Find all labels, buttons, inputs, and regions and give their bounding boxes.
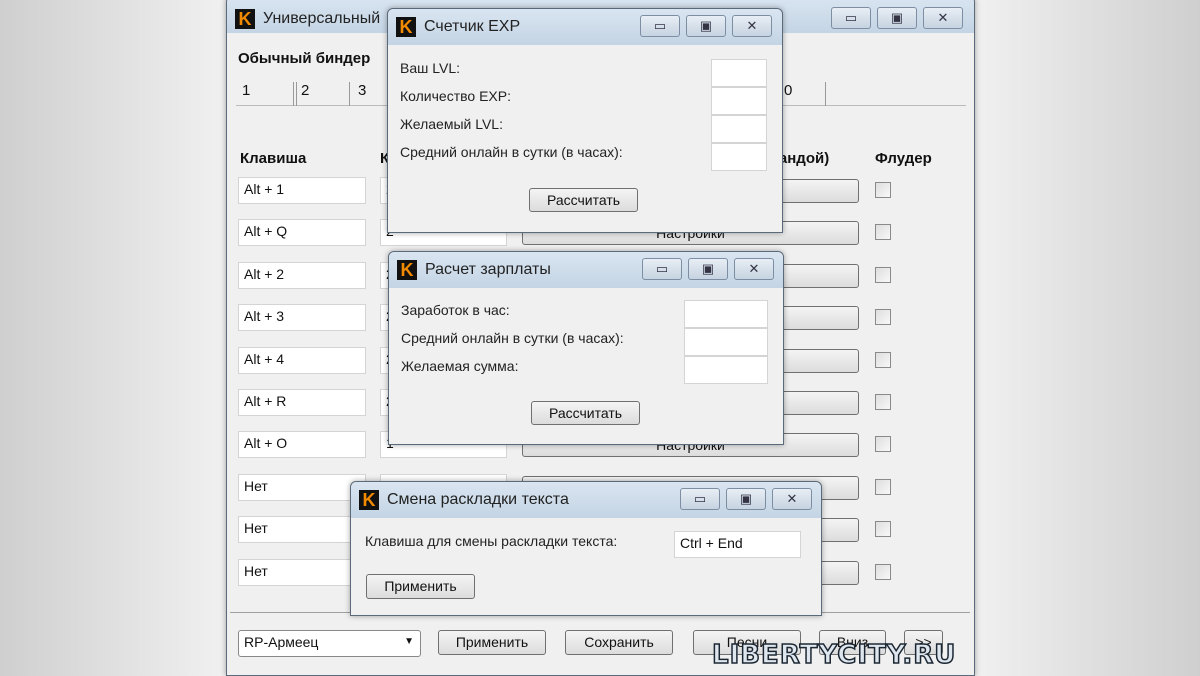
close-button[interactable]: ✕ <box>732 15 772 37</box>
window-title: Универсальный <box>263 10 381 27</box>
flooder-checkbox[interactable] <box>875 436 891 453</box>
close-button[interactable]: ✕ <box>923 7 963 29</box>
header-flooder: Флудер <box>875 150 932 167</box>
flooder-checkbox[interactable] <box>875 182 891 198</box>
flooder-checkbox[interactable] <box>875 351 891 368</box>
target-level-input[interactable] <box>711 115 767 143</box>
maximize-button[interactable]: ▣ <box>877 7 917 29</box>
target-sum-label: Желаемая сумма: <box>401 358 519 374</box>
layout-title: Смена раскладки текста <box>387 491 569 508</box>
close-button[interactable]: ✕ <box>772 488 812 510</box>
online-hours-label: Средний онлайн в сутки (в часах): <box>401 330 624 346</box>
flooder-checkbox[interactable] <box>875 478 891 495</box>
minimize-button[interactable]: ▭ <box>642 258 682 280</box>
layout-title-bar: K Смена раскладки текста ▭ ▣ ✕ <box>351 482 821 518</box>
layout-dialog: K Смена раскладки текста ▭ ▣ ✕ Клавиша д… <box>350 481 822 616</box>
exp-amount-label: Количество EXP: <box>400 88 511 104</box>
calculate-button[interactable]: Рассчитать <box>529 188 638 212</box>
app-logo-icon: K <box>235 9 255 29</box>
salary-title: Расчет зарплаты <box>425 261 551 278</box>
hotkey-input[interactable]: Alt + 4 <box>238 346 366 374</box>
hotkey-input[interactable]: Alt + R <box>238 389 366 416</box>
hourly-earnings-input[interactable] <box>684 300 768 328</box>
tab-10[interactable]: 0 <box>780 82 826 106</box>
hotkey-input[interactable]: Нет <box>238 473 366 501</box>
layout-key-input[interactable]: Ctrl + End <box>674 531 801 558</box>
tab-1[interactable]: 1 <box>238 82 294 106</box>
target-sum-input[interactable] <box>684 356 768 384</box>
apply-button[interactable]: Применить <box>438 630 546 655</box>
hotkey-input[interactable]: Alt + 3 <box>238 304 366 332</box>
flooder-checkbox[interactable] <box>875 309 891 326</box>
header-key: Клавиша <box>240 150 307 167</box>
hotkey-input[interactable]: Нет <box>238 516 366 544</box>
tab-2[interactable]: 2 <box>296 82 350 106</box>
exp-title: Счетчик EXP <box>424 18 521 35</box>
profile-value: RP-Армеец <box>244 634 319 650</box>
minimize-button[interactable]: ▭ <box>831 7 871 29</box>
flooder-checkbox[interactable] <box>875 521 891 538</box>
dropdown-arrow-icon: ▼ <box>404 636 414 647</box>
maximize-button[interactable]: ▣ <box>726 488 766 510</box>
watermark-logo: LIBERTYCITY.RU <box>711 639 957 671</box>
level-label: Ваш LVL: <box>400 60 461 76</box>
apply-layout-button[interactable]: Применить <box>366 574 475 599</box>
section-title: Обычный биндер <box>238 50 371 67</box>
online-hours-label: Средний онлайн в сутки (в часах): <box>400 144 623 160</box>
app-logo-icon: K <box>396 17 416 37</box>
salary-dialog: K Расчет зарплаты ▭ ▣ ✕ Заработок в час:… <box>388 251 784 445</box>
exp-title-bar: K Счетчик EXP ▭ ▣ ✕ <box>388 9 782 45</box>
minimize-button[interactable]: ▭ <box>680 488 720 510</box>
online-hours-input[interactable] <box>711 143 767 171</box>
close-button[interactable]: ✕ <box>734 258 774 280</box>
target-level-label: Желаемый LVL: <box>400 116 503 132</box>
hotkey-input[interactable]: Alt + O <box>238 431 366 459</box>
maximize-button[interactable]: ▣ <box>688 258 728 280</box>
hotkey-input[interactable]: Alt + 1 <box>238 177 366 204</box>
exp-amount-input[interactable] <box>711 87 767 115</box>
hotkey-input[interactable]: Нет <box>238 558 366 586</box>
flooder-checkbox[interactable] <box>875 563 891 580</box>
hotkey-input[interactable]: Alt + Q <box>238 219 366 247</box>
profile-select[interactable]: RP-Армеец ▼ <box>238 630 421 657</box>
hourly-earnings-label: Заработок в час: <box>401 302 510 318</box>
online-hours-input[interactable] <box>684 328 768 356</box>
layout-key-label: Клавиша для смены раскладки текста: <box>365 533 618 549</box>
hotkey-input[interactable]: Alt + 2 <box>238 261 366 289</box>
flooder-checkbox[interactable] <box>875 224 891 241</box>
minimize-button[interactable]: ▭ <box>640 15 680 37</box>
level-input[interactable] <box>711 59 767 87</box>
save-button[interactable]: Сохранить <box>565 630 673 655</box>
flooder-checkbox[interactable] <box>875 394 891 410</box>
app-logo-icon: K <box>359 490 379 510</box>
calculate-button[interactable]: Рассчитать <box>531 401 640 425</box>
flooder-checkbox[interactable] <box>875 266 891 283</box>
exp-dialog: K Счетчик EXP ▭ ▣ ✕ Ваш LVL: Количество … <box>387 8 783 233</box>
app-logo-icon: K <box>397 260 417 280</box>
salary-title-bar: K Расчет зарплаты ▭ ▣ ✕ <box>389 252 783 288</box>
maximize-button[interactable]: ▣ <box>686 15 726 37</box>
